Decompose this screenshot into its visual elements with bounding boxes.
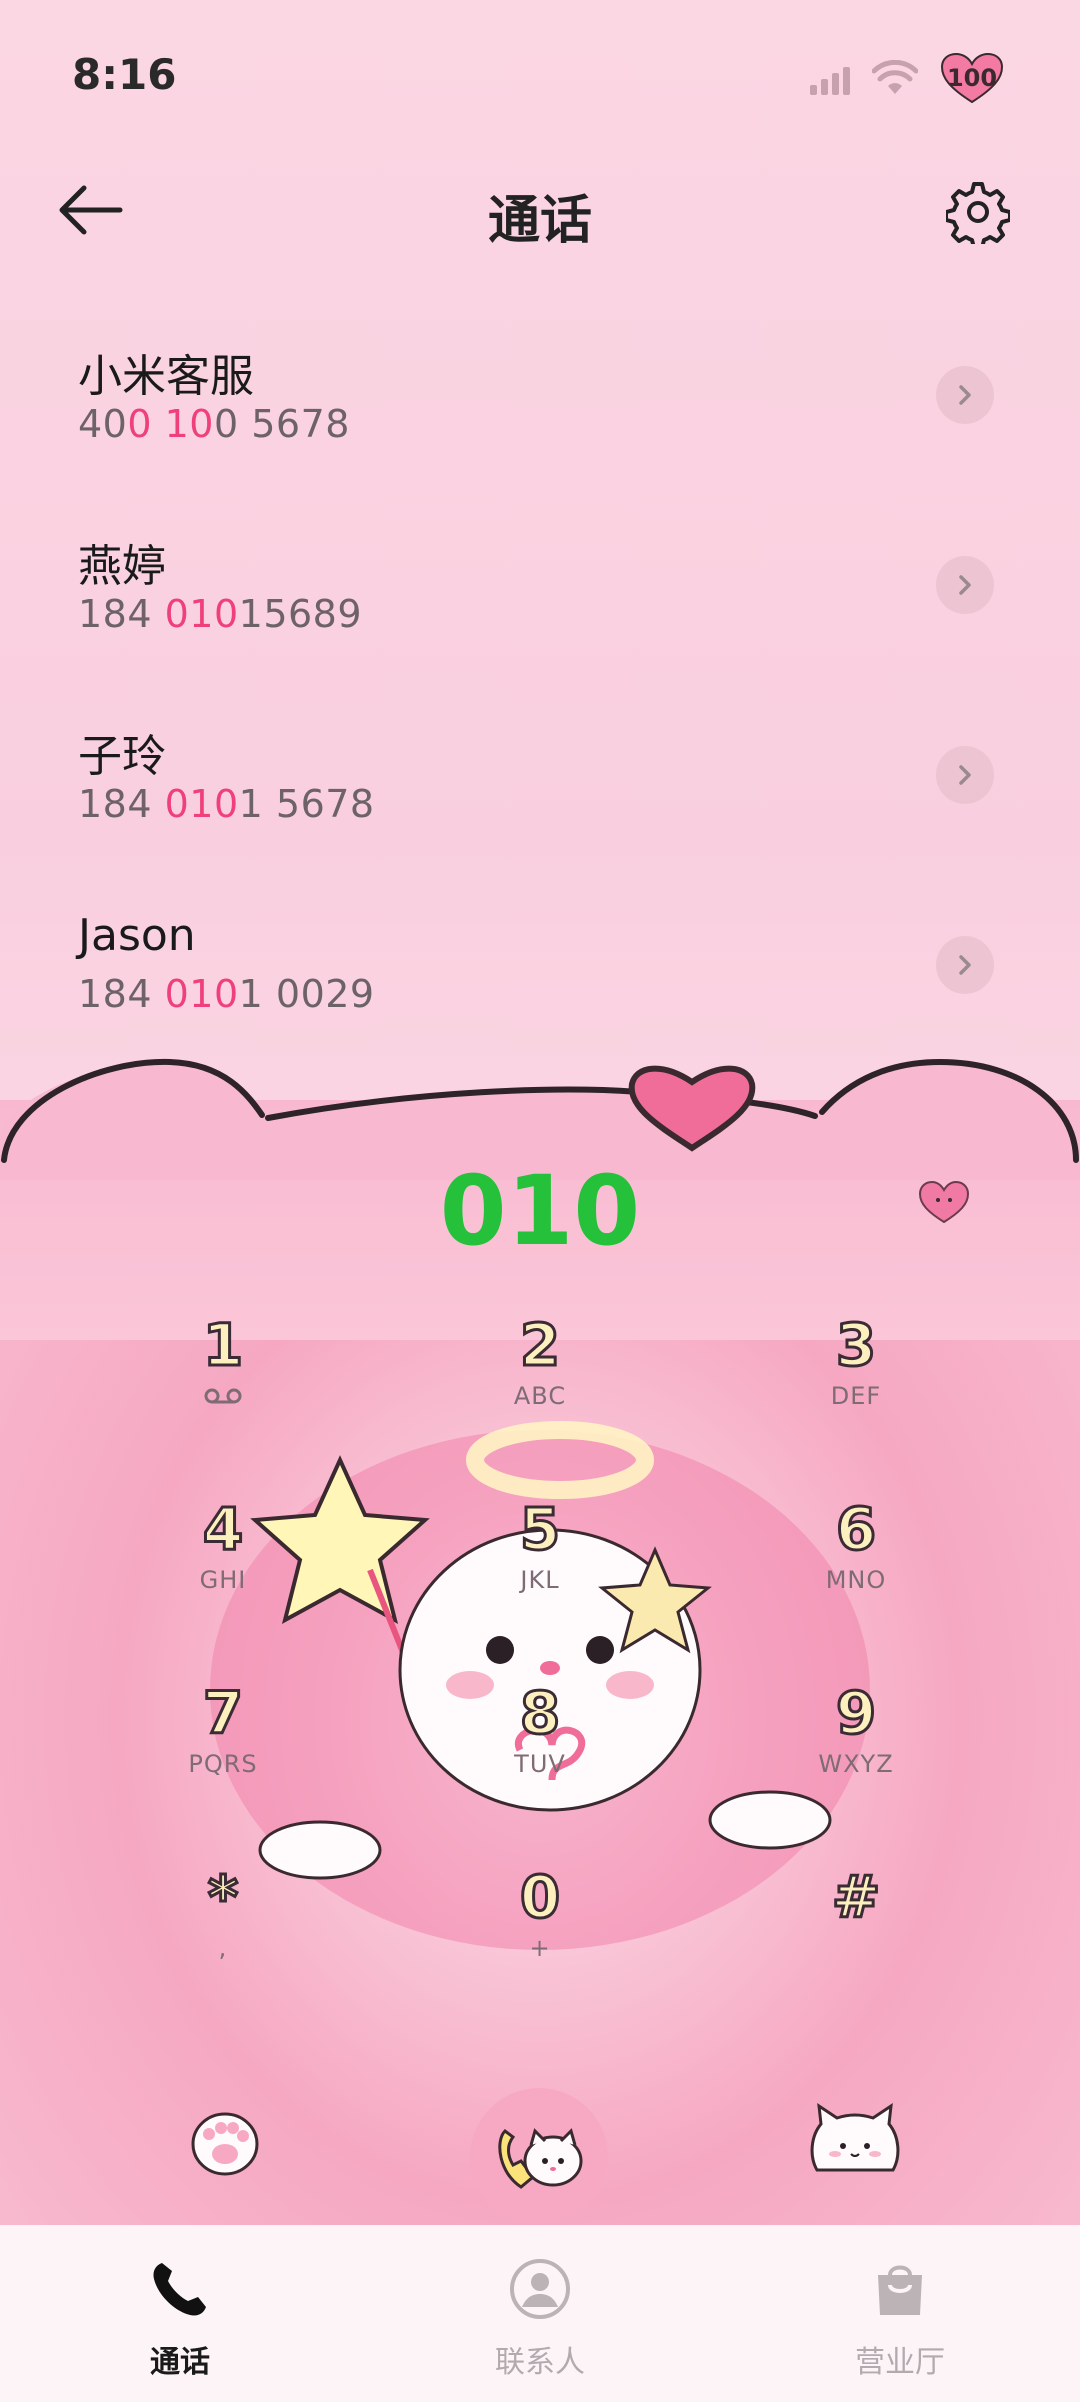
- key-8[interactable]: 8 TUV: [440, 1678, 640, 1828]
- contact-detail-button[interactable]: [936, 936, 994, 994]
- person-icon: [510, 2259, 570, 2319]
- call-button[interactable]: [470, 2088, 608, 2226]
- list-item[interactable]: 子玲 184 0101 5678: [0, 710, 1080, 900]
- status-bar: 8:16 100: [0, 0, 1080, 150]
- contact-number: 184 01015689: [78, 592, 363, 636]
- nav-label: 营业厅: [855, 2345, 945, 2380]
- key-0[interactable]: 0 +: [440, 1862, 640, 2012]
- contact-detail-button[interactable]: [936, 746, 994, 804]
- contact-name: 燕婷: [78, 541, 166, 592]
- key-hash[interactable]: #: [756, 1862, 956, 2012]
- nav-tab-calls[interactable]: 通话: [0, 2225, 360, 2402]
- cat-button[interactable]: [805, 2100, 905, 2180]
- key-9[interactable]: 9 WXYZ: [756, 1678, 956, 1828]
- contact-number: 184 0101 5678: [78, 782, 375, 826]
- signal-icon: [810, 61, 850, 95]
- contact-name: 子玲: [78, 731, 166, 782]
- chevron-right-icon: [959, 385, 971, 405]
- nav-tab-service-hall[interactable]: 营业厅: [720, 2225, 1080, 2402]
- chevron-right-icon: [959, 575, 971, 595]
- status-time: 8:16: [72, 50, 177, 99]
- list-item[interactable]: 燕婷 184 01015689: [0, 520, 1080, 710]
- gear-icon: [944, 182, 1012, 250]
- key-star[interactable]: * ,: [123, 1862, 323, 2012]
- paw-button[interactable]: [185, 2100, 265, 2180]
- cat-face-icon: [810, 2102, 900, 2172]
- page-title: 通话: [487, 191, 592, 251]
- chevron-right-icon: [959, 955, 971, 975]
- contact-number: 184 0101 0029: [78, 972, 375, 1016]
- chevron-right-icon: [959, 765, 971, 785]
- dial-actions: [0, 2060, 1080, 2226]
- contact-name: Jason: [78, 910, 196, 961]
- phone-icon: [153, 2263, 206, 2316]
- battery-heart-icon: 100: [940, 52, 1004, 104]
- recent-calls-list: 小米客服 400 100 5678 燕婷 184 01015689 子玲 184…: [0, 330, 1080, 1090]
- battery-level: 100: [946, 64, 998, 92]
- shopping-bag-icon: [878, 2265, 922, 2315]
- contact-detail-button[interactable]: [936, 366, 994, 424]
- settings-button[interactable]: [944, 180, 1012, 250]
- nav-tab-contacts[interactable]: 联系人: [360, 2225, 720, 2402]
- bottom-navigation: 通话 联系人 营业厅: [0, 2225, 1080, 2402]
- contact-detail-button[interactable]: [936, 556, 994, 614]
- key-4[interactable]: 4 GHI: [123, 1494, 323, 1644]
- heart-icon[interactable]: [918, 1180, 970, 1224]
- key-7[interactable]: 7 PQRS: [123, 1678, 323, 1828]
- key-5[interactable]: 5 JKL: [440, 1494, 640, 1644]
- contact-number: 400 100 5678: [78, 402, 350, 446]
- paw-icon: [191, 2112, 259, 2176]
- contact-name: 小米客服: [78, 351, 254, 402]
- key-1[interactable]: 1: [123, 1310, 323, 1460]
- header: 通话: [0, 160, 1080, 260]
- list-item[interactable]: 小米客服 400 100 5678: [0, 330, 1080, 520]
- nav-label: 通话: [150, 2345, 210, 2380]
- cat-phone-icon: [498, 2128, 583, 2189]
- key-3[interactable]: 3 DEF: [756, 1310, 956, 1460]
- key-6[interactable]: 6 MNO: [756, 1494, 956, 1644]
- status-icons: 100: [810, 52, 1004, 104]
- dialer-panel: 010 1 2 ABC 3 DEF 4 GHI 5 JKL 6 MNO 7 PQ…: [0, 1040, 1080, 2226]
- wifi-icon: [872, 60, 918, 94]
- voicemail-icon: [204, 1388, 242, 1404]
- nav-label: 联系人: [495, 2345, 585, 2380]
- key-2[interactable]: 2 ABC: [440, 1310, 640, 1460]
